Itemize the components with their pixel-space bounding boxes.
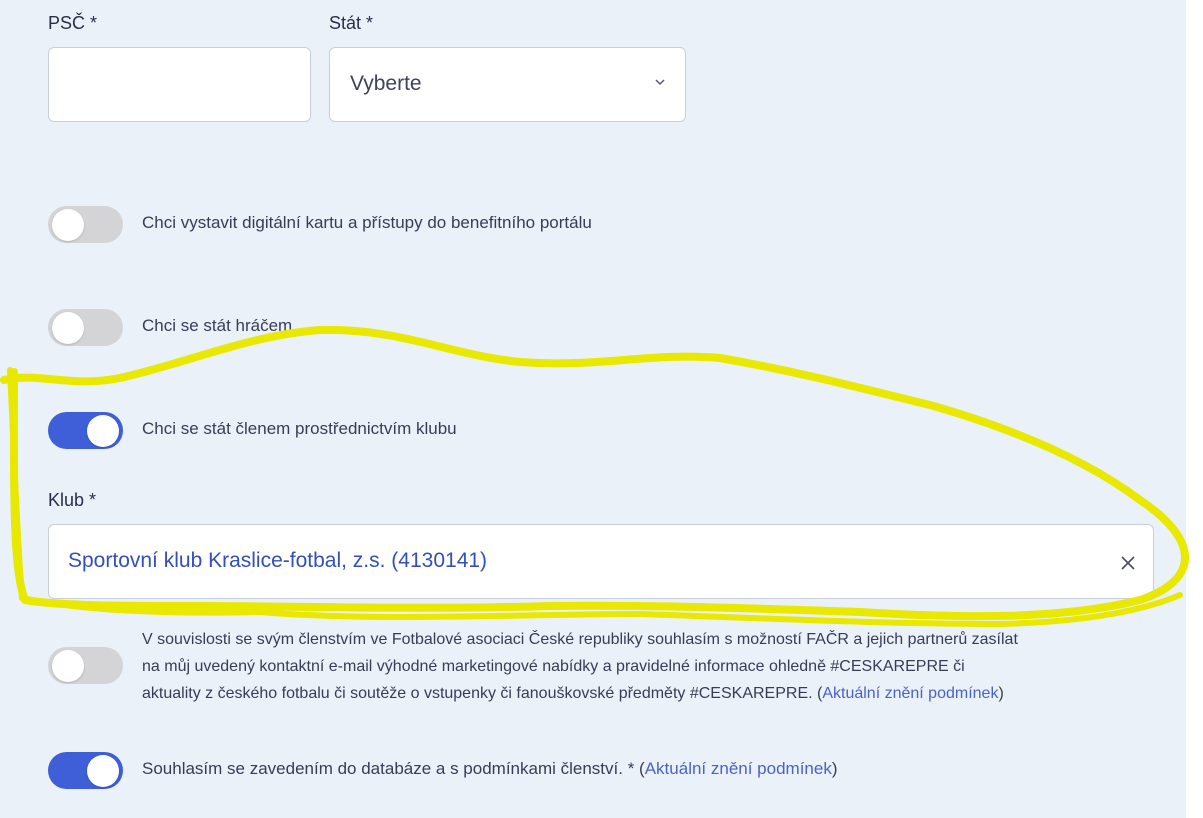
toggle-knob xyxy=(87,415,119,447)
toggle-knob xyxy=(52,650,84,682)
marketing-text: V souvislosti se svým členstvím ve Fotba… xyxy=(142,626,1092,707)
club-select-value: Sportovní klub Kraslice-fotbal, z.s. (41… xyxy=(68,549,488,572)
toggle-knob xyxy=(52,209,84,241)
digital-card-toggle[interactable] xyxy=(48,206,123,243)
state-select-value: Vyberte xyxy=(350,72,422,95)
club-member-toggle[interactable] xyxy=(48,412,123,449)
marketing-line-3-text: aktuality z českého fotbalu či soutěže o… xyxy=(142,685,823,702)
club-select[interactable]: Sportovní klub Kraslice-fotbal, z.s. (41… xyxy=(48,524,1154,599)
club-member-label: Chci se stát členem prostřednictvím klub… xyxy=(142,419,457,438)
page-edge-strip xyxy=(1186,0,1203,818)
marketing-line-3: aktuality z českého fotbalu či soutěže o… xyxy=(142,680,1092,707)
consent-terms-link[interactable]: Aktuální znění podmínek xyxy=(645,759,832,778)
chevron-down-icon xyxy=(655,79,665,86)
state-label: Stát * xyxy=(329,13,374,33)
club-label: Klub * xyxy=(48,490,97,510)
toggle-knob xyxy=(87,755,119,787)
marketing-line-1: V souvislosti se svým členstvím ve Fotba… xyxy=(142,631,1018,648)
marketing-terms-link[interactable]: Aktuální znění podmínek xyxy=(822,685,998,702)
consent-end: ) xyxy=(831,759,838,778)
player-toggle[interactable] xyxy=(48,309,123,346)
close-icon[interactable] xyxy=(1119,554,1137,572)
state-select[interactable]: Vyberte xyxy=(329,47,686,122)
psc-input[interactable] xyxy=(48,47,311,122)
marketing-toggle[interactable] xyxy=(48,647,123,684)
consent-label: Souhlasím se zavedením do databáze a s p… xyxy=(142,759,645,778)
digital-card-label: Chci vystavit digitální kartu a přístupy… xyxy=(142,213,592,232)
consent-text: Souhlasím se zavedením do databáze a s p… xyxy=(142,759,838,779)
psc-label: PSČ * xyxy=(48,13,98,33)
toggle-knob xyxy=(52,312,84,344)
marketing-line-2: na můj uvedený kontaktní e-mail výhodné … xyxy=(142,658,965,675)
consent-toggle[interactable] xyxy=(48,752,123,789)
player-label: Chci se stát hráčem xyxy=(142,316,293,335)
marketing-line-3-end: ) xyxy=(998,685,1004,702)
